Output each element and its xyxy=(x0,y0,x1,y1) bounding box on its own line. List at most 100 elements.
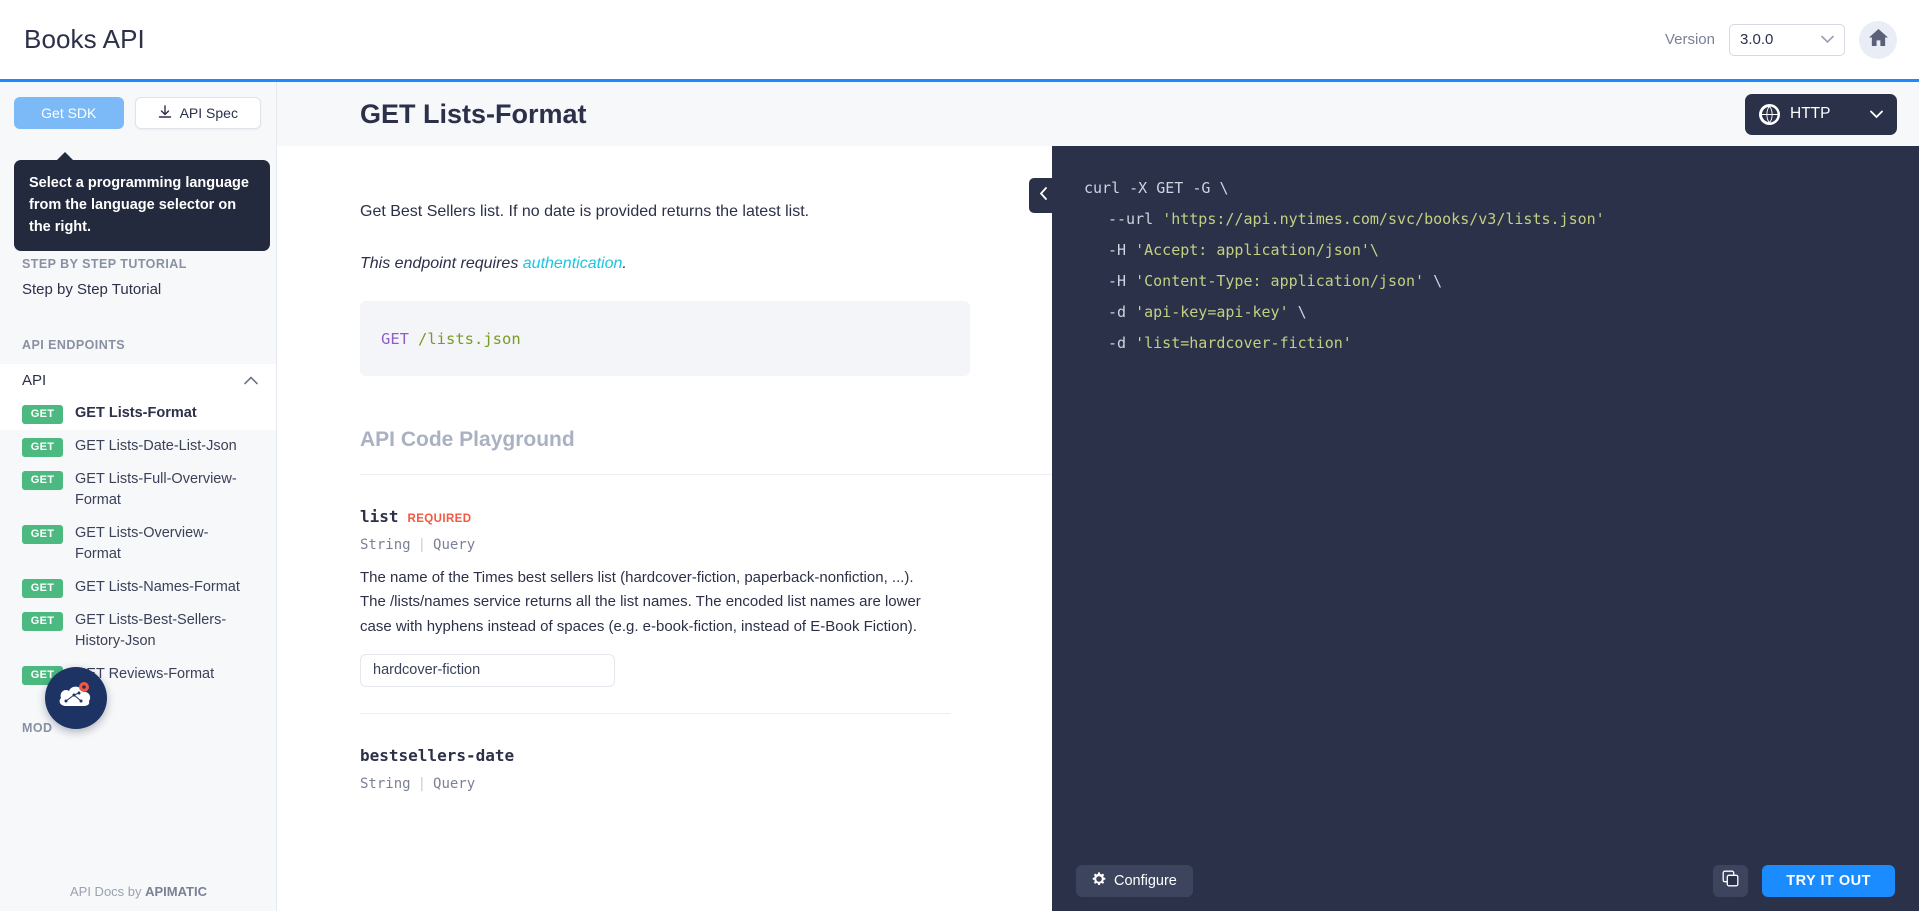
code-line-3-string: 'Accept: application/json'\ xyxy=(1135,241,1379,260)
parameter-input-list[interactable]: hardcover-fiction xyxy=(360,653,615,687)
sidebar-item-label: GET Lists-Format xyxy=(75,405,197,421)
sidebar-item-label: GET Lists-Date-List-Json xyxy=(75,438,237,455)
parameter-location: Query xyxy=(433,775,476,792)
code-line-4-string: 'Content-Type: application/json' xyxy=(1135,272,1425,291)
sdk-buttons-row: Get SDK API Spec xyxy=(0,82,276,129)
code-line-6-prefix: -d xyxy=(1108,334,1136,353)
code-line-5-string: 'api-key=api-key' xyxy=(1135,303,1289,322)
sidebar-item-step-by-step-tutorial[interactable]: Step by Step Tutorial xyxy=(0,271,276,298)
globe-icon xyxy=(1759,103,1780,125)
version-value: 3.0.0 xyxy=(1740,31,1774,48)
page-title: GET Lists-Format xyxy=(360,98,587,129)
code-line-5-suffix: \ xyxy=(1288,303,1307,322)
sidebar-group-api[interactable]: API xyxy=(0,364,276,397)
try-it-out-button[interactable]: TRY IT OUT xyxy=(1762,864,1895,897)
sidebar-endpoint-list: GET GET Lists-Format GET GET Lists-Date-… xyxy=(0,397,276,691)
footer-credit-prefix: API Docs by xyxy=(69,884,146,899)
section-title-models: MOD xyxy=(22,721,53,736)
chat-widget-icon xyxy=(57,681,95,716)
copy-button[interactable] xyxy=(1713,864,1749,897)
parameter-type: String xyxy=(360,537,411,553)
method-badge: GET xyxy=(22,612,63,632)
language-selector[interactable]: HTTP xyxy=(1745,93,1897,135)
sidebar-item-get-lists-overview-format[interactable]: GET GET Lists-Overview-Format xyxy=(0,517,276,571)
section-title-tutorial: STEP BY STEP TUTORIAL xyxy=(22,257,187,271)
sidebar-item-label: GET Lists-Overview-Format xyxy=(75,525,209,563)
version-label: Version xyxy=(1664,31,1715,48)
endpoint-path: /lists.json xyxy=(418,329,521,348)
endpoint-signature-box: GET /lists.json xyxy=(360,301,970,376)
chevron-left-icon xyxy=(1039,187,1048,204)
sidebar-item-get-lists-names-format[interactable]: GET GET Lists-Names-Format xyxy=(0,571,276,604)
download-icon xyxy=(158,104,172,122)
version-select[interactable]: 3.0.0 xyxy=(1729,23,1845,56)
method-badge: GET xyxy=(22,438,63,458)
parameter-name: bestsellers-date xyxy=(360,745,515,765)
parameter-meta: String | Query xyxy=(360,776,1052,792)
meta-separator: | xyxy=(417,775,427,792)
footer-credit: API Docs by APIMATIC xyxy=(0,884,276,899)
parameter-name-row: bestsellers-date xyxy=(360,746,1052,765)
code-line-4-suffix: \ xyxy=(1424,272,1443,291)
top-bar: Books API Version 3.0.0 xyxy=(0,0,1919,82)
sidebar-item-label: GET Lists-Names-Format xyxy=(75,579,240,596)
code-line-1: curl -X GET -G \ xyxy=(1084,179,1229,197)
copy-icon xyxy=(1722,870,1739,892)
main-content: GET Lists-Format Get Best Sellers list. … xyxy=(277,82,1052,911)
code-panel-footer: Configure TRY IT OUT xyxy=(1052,850,1919,911)
divider xyxy=(360,712,951,714)
meta-separator: | xyxy=(417,537,427,553)
parameter-name: list xyxy=(360,507,399,526)
code-snippet[interactable]: curl -X GET -G \ --url 'https://api.nyti… xyxy=(1084,173,1919,359)
code-footer-right: TRY IT OUT xyxy=(1713,864,1895,897)
code-panel: curl -X GET -G \ --url 'https://api.nyti… xyxy=(1052,146,1919,911)
code-line-2-prefix: --url xyxy=(1108,210,1163,229)
sidebar-item-get-lists-full-overview-format[interactable]: GET GET Lists-Full-Overview-Format xyxy=(0,463,276,517)
code-line-3-prefix: -H xyxy=(1108,241,1136,260)
sidebar: Get SDK API Spec Select a programming la… xyxy=(0,82,277,911)
language-value: HTTP xyxy=(1790,105,1831,122)
method-badge: GET xyxy=(22,471,63,491)
code-panel-header: HTTP xyxy=(1052,82,1919,146)
parameter-list: list REQUIRED String | Query The name of t… xyxy=(360,507,1052,792)
section-title-endpoints: API ENDPOINTS xyxy=(22,338,126,352)
authentication-link[interactable]: authentication xyxy=(523,255,623,272)
endpoint-description: Get Best Sellers list. If no date is pro… xyxy=(360,203,810,220)
code-line-5-prefix: -d xyxy=(1108,303,1136,322)
chevron-up-icon xyxy=(244,374,258,388)
sidebar-item-get-lists-format[interactable]: GET GET Lists-Format xyxy=(0,397,276,431)
method-badge: GET xyxy=(22,579,63,599)
top-bar-right: Version 3.0.0 xyxy=(1664,20,1897,59)
required-badge: REQUIRED xyxy=(407,513,472,525)
method-badge: GET xyxy=(22,405,63,424)
configure-button[interactable]: Configure xyxy=(1076,864,1193,897)
code-line-6-string: 'list=hardcover-fiction' xyxy=(1135,334,1352,353)
footer-credit-brand: APIMATIC xyxy=(145,884,207,899)
gear-icon xyxy=(1092,871,1106,890)
auth-note-suffix: . xyxy=(622,255,627,272)
sidebar-item-get-lists-best-sellers-history-json[interactable]: GET GET Lists-Best-Sellers-History-Json xyxy=(0,604,276,658)
sidebar-item-get-reviews-format[interactable]: GET GET Reviews-Format xyxy=(0,658,276,691)
home-button[interactable] xyxy=(1859,20,1897,59)
parameter-type: String xyxy=(360,775,411,792)
parameter-item-bestsellers-date: bestsellers-date String | Query xyxy=(360,746,1052,792)
playground-title: API Code Playground xyxy=(360,428,575,451)
parameter-description: The name of the Times best sellers list … xyxy=(360,569,921,635)
api-spec-button[interactable]: API Spec xyxy=(134,97,261,129)
chat-widget-button[interactable] xyxy=(45,667,107,729)
auth-note-prefix: This endpoint requires xyxy=(360,255,523,272)
home-icon xyxy=(1868,28,1889,52)
parameter-meta: String | Query xyxy=(360,537,1052,553)
sidebar-item-label: GET Lists-Full-Overview-Format xyxy=(75,471,237,509)
sdk-tooltip: Select a programming language from the l… xyxy=(14,151,270,252)
code-line-2-string: 'https://api.nytimes.com/svc/books/v3/li… xyxy=(1162,210,1605,229)
parameter-input-value: hardcover-fiction xyxy=(373,662,481,679)
sidebar-item-label: GET Lists-Best-Sellers-History-Json xyxy=(75,612,227,650)
chevron-down-icon xyxy=(1821,33,1834,46)
sidebar-item-get-lists-date-list-json[interactable]: GET GET Lists-Date-List-Json xyxy=(0,430,276,463)
method-badge: GET xyxy=(22,525,63,545)
code-line-4-prefix: -H xyxy=(1108,272,1136,291)
get-sdk-button[interactable]: Get SDK xyxy=(14,97,124,129)
app-brand-title: Books API xyxy=(24,24,145,54)
endpoint-method: GET xyxy=(381,329,409,348)
